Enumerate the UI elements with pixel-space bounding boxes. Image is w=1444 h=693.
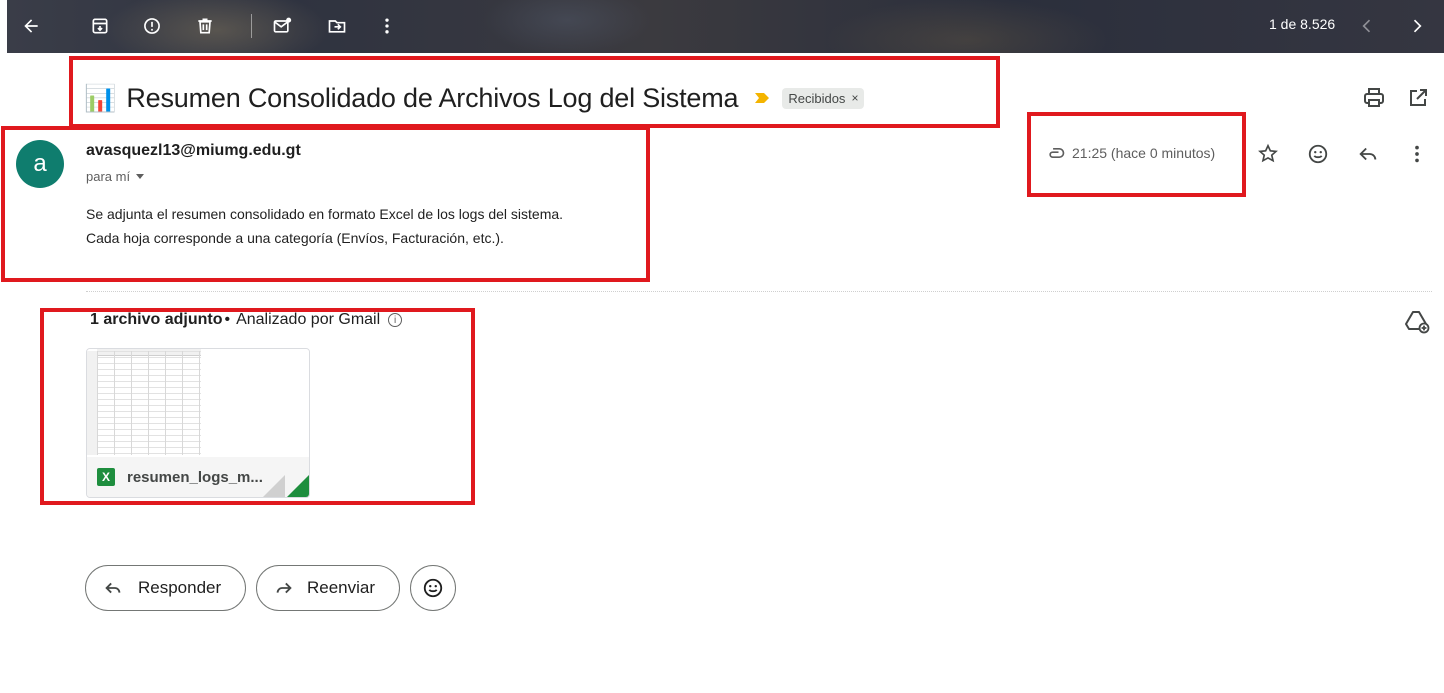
emoji-reaction-button[interactable] xyxy=(410,565,456,611)
open-in-new-window-icon[interactable] xyxy=(1406,86,1430,110)
archive-icon[interactable] xyxy=(88,14,112,38)
attachment-filename: resumen_logs_m... xyxy=(127,468,263,486)
info-icon[interactable]: i xyxy=(388,313,403,327)
email-timestamp: 21:25 (hace 0 minutos) xyxy=(1046,143,1215,163)
emoji-reaction-icon[interactable] xyxy=(1305,141,1331,167)
back-arrow-icon[interactable] xyxy=(19,14,43,38)
attachments-header: 1 archivo adjunto • Analizado por Gmail … xyxy=(90,311,403,329)
reply-label: Responder xyxy=(138,578,222,597)
caret-down-icon xyxy=(136,174,145,179)
forward-button[interactable]: Reenviar xyxy=(256,565,400,611)
attachments-count: 1 archivo adjunto xyxy=(90,311,223,328)
chevron-left-icon[interactable] xyxy=(1355,14,1379,38)
more-vert-icon[interactable] xyxy=(375,14,399,38)
reply-button[interactable]: Responder xyxy=(85,565,246,611)
add-to-drive-icon[interactable] xyxy=(1404,308,1430,334)
attachment-clip-icon xyxy=(1049,148,1065,158)
timestamp-text: 21:25 (hace 0 minutos) xyxy=(1072,145,1216,161)
move-to-icon[interactable] xyxy=(325,14,349,38)
excel-file-icon: X xyxy=(97,468,115,486)
bar-chart-emoji-icon: 📊 xyxy=(84,83,117,113)
recipient-label: para mí xyxy=(86,169,131,184)
important-marker-icon[interactable] xyxy=(754,92,770,104)
subject-row: 📊 Resumen Consolidado de Archivos Log de… xyxy=(84,78,865,118)
label-chip-inbox[interactable]: Recibidos × xyxy=(782,87,865,109)
label-chip-text: Recibidos xyxy=(788,90,846,106)
pagination-count: 1 de 8.526 xyxy=(1269,16,1336,32)
top-toolbar: 1 de 8.526 xyxy=(7,0,1444,53)
star-icon[interactable] xyxy=(1255,141,1281,167)
recipient-dropdown[interactable]: para mí xyxy=(86,169,145,184)
email-body-line-1: Se adjunta el resumen consolidado en for… xyxy=(86,206,564,222)
delete-icon[interactable] xyxy=(193,14,217,38)
attachments-divider xyxy=(86,291,1432,292)
sender-email[interactable]: avasquezl13@miumg.edu.gt xyxy=(86,142,301,160)
email-body-line-2: Cada hoja corresponde a una categoría (E… xyxy=(86,230,504,246)
sender-avatar[interactable]: a xyxy=(16,140,64,188)
separator-dot: • xyxy=(224,311,231,328)
sheet-grid xyxy=(97,351,201,455)
email-subject: Resumen Consolidado de Archivos Log del … xyxy=(126,82,739,113)
more-vert-icon[interactable] xyxy=(1404,141,1430,167)
mark-unread-icon[interactable] xyxy=(270,14,294,38)
toolbar-separator xyxy=(251,14,252,38)
report-spam-icon[interactable] xyxy=(140,14,164,38)
remove-label-icon[interactable]: × xyxy=(851,91,858,105)
reply-arrow-icon xyxy=(105,582,121,594)
attachment-card[interactable]: X resumen_logs_m... xyxy=(86,348,310,498)
spreadsheet-thumbnail xyxy=(87,349,309,457)
scanned-by-gmail: Analizado por Gmail xyxy=(236,311,381,328)
forward-label: Reenviar xyxy=(307,578,376,597)
chevron-right-icon[interactable] xyxy=(1405,14,1429,38)
print-icon[interactable] xyxy=(1362,86,1386,110)
forward-arrow-icon xyxy=(276,582,292,594)
reply-icon[interactable] xyxy=(1355,141,1381,167)
file-corner-fold-icon xyxy=(263,475,309,497)
emoji-icon xyxy=(423,578,443,598)
